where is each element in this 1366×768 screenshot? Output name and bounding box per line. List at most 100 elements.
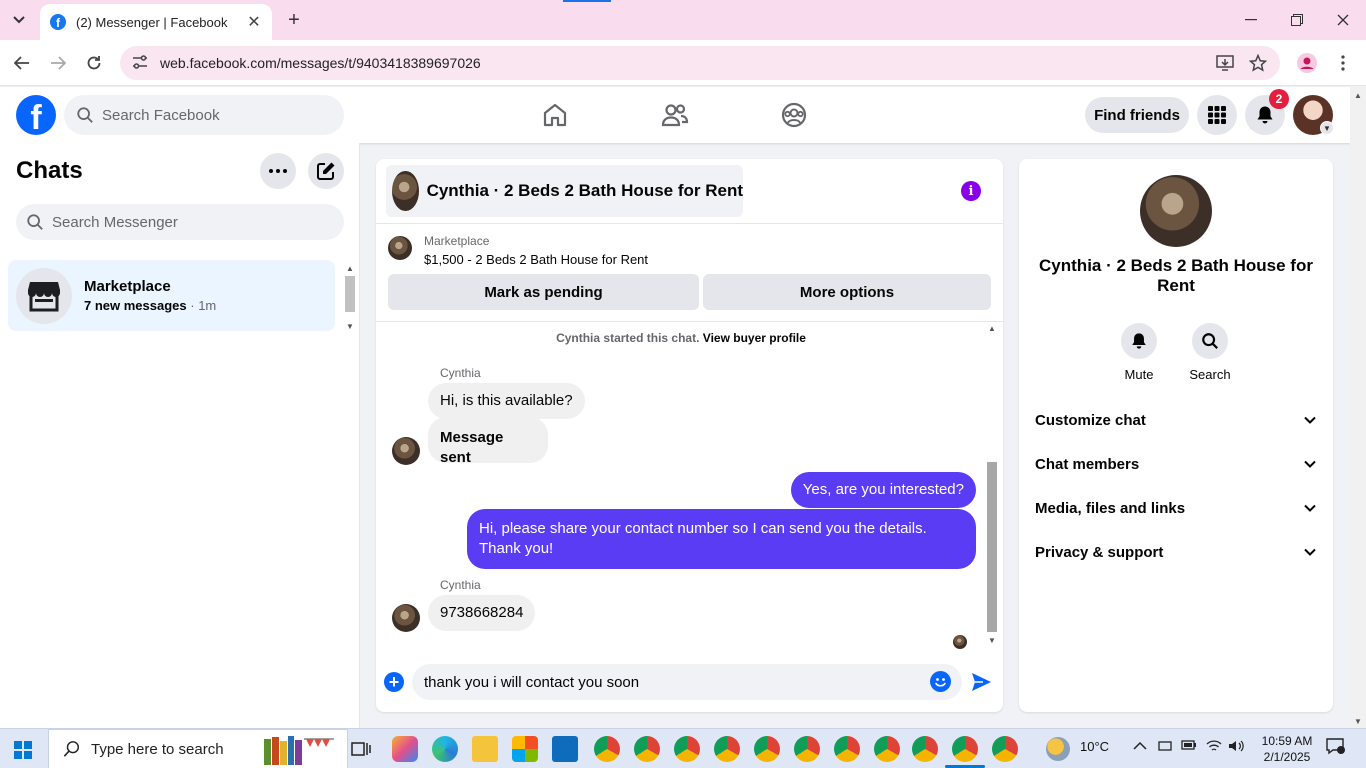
browser-menu-dots-icon[interactable] [1332, 52, 1354, 74]
profile-icon[interactable] [1296, 52, 1318, 74]
scroll-down-arrow-icon[interactable]: ▼ [346, 322, 354, 331]
chat-list-scrollbar[interactable]: ▲ ▼ [343, 260, 357, 332]
find-friends-button[interactable]: Find friends [1085, 97, 1189, 133]
media-files-links-section[interactable]: Media, files and links [1035, 496, 1317, 520]
meet-now-icon[interactable] [1158, 739, 1172, 756]
facebook-logo[interactable]: f [16, 95, 56, 135]
chrome-profile-icon[interactable] [594, 736, 620, 762]
chrome-profile-icon[interactable] [674, 736, 700, 762]
message-bubble-outgoing[interactable]: Hi, please share your contact number so … [467, 509, 976, 569]
wifi-icon[interactable] [1206, 739, 1222, 756]
chat-options-more-dots-icon[interactable] [260, 153, 296, 189]
customize-chat-section[interactable]: Customize chat [1035, 408, 1317, 432]
chat-started-text: Cynthia started this chat. [556, 331, 700, 345]
facebook-search[interactable] [64, 95, 344, 135]
add-attachment-plus-icon[interactable]: + [384, 672, 404, 692]
mark-as-pending-button[interactable]: Mark as pending [388, 274, 699, 310]
facebook-favicon: f [50, 14, 66, 30]
chrome-profile-icon[interactable] [912, 736, 938, 762]
sender-avatar [392, 604, 420, 632]
temperature-text[interactable]: 10°C [1080, 739, 1109, 754]
conversation-scrollbar[interactable]: ▲ ▼ [986, 324, 998, 654]
facebook-search-input[interactable] [102, 106, 322, 124]
friends-icon[interactable] [657, 97, 693, 133]
more-options-button[interactable]: More options [703, 274, 991, 310]
messenger-search-input[interactable] [52, 213, 332, 231]
minimize-icon[interactable] [1239, 8, 1263, 32]
conversation-scroll-thumb[interactable] [987, 462, 997, 632]
browser-tab-active[interactable]: f (2) Messenger | Facebook ✕ [40, 4, 272, 40]
chat-list-item-marketplace[interactable]: Marketplace 7 new messages · 1m [8, 260, 335, 331]
notification-center-icon[interactable] [1325, 737, 1345, 758]
conversation-info-icon[interactable]: i [961, 181, 981, 201]
weather-icon[interactable] [1046, 737, 1070, 761]
message-input[interactable] [424, 673, 904, 691]
search-icon [77, 107, 93, 123]
scroll-up-arrow-icon[interactable]: ▲ [987, 324, 997, 333]
copilot-icon[interactable] [392, 736, 418, 762]
tab-close-icon[interactable]: ✕ [246, 12, 262, 32]
apps-grid-icon[interactable] [1197, 95, 1237, 135]
back-icon[interactable] [10, 51, 34, 75]
install-app-icon[interactable] [1214, 52, 1236, 74]
message-bubble-incoming[interactable]: Message sent [428, 417, 548, 466]
chrome-profile-icon[interactable] [714, 736, 740, 762]
mute-button[interactable]: Mute [1109, 323, 1169, 382]
volume-icon[interactable] [1228, 739, 1244, 756]
bell-icon [1121, 323, 1157, 359]
message-bubble-incoming[interactable]: Hi, is this available? [428, 383, 585, 419]
battery-icon[interactable] [1181, 739, 1197, 754]
chrome-profile-icon[interactable] [754, 736, 780, 762]
forward-icon[interactable] [46, 51, 70, 75]
chrome-profile-icon[interactable] [834, 736, 860, 762]
message-composer[interactable] [412, 664, 962, 700]
chat-list-scroll-thumb[interactable] [345, 276, 355, 312]
listing-title[interactable]: $1,500 - 2 Beds 2 Bath House for Rent [424, 252, 648, 267]
message-bubble-outgoing[interactable]: Yes, are you interested? [790, 472, 976, 508]
windows-start-icon[interactable] [14, 741, 32, 759]
conversation-header[interactable]: Cynthia · 2 Beds 2 Bath House for Rent [386, 165, 743, 217]
new-tab-plus-icon[interactable]: + [282, 8, 306, 32]
site-settings-icon[interactable] [132, 55, 148, 71]
tray-chevron-up-icon[interactable] [1133, 739, 1147, 754]
privacy-support-section[interactable]: Privacy & support [1035, 540, 1317, 564]
view-buyer-profile-link[interactable]: View buyer profile [703, 331, 806, 345]
account-chevron-down-icon[interactable]: ▼ [1320, 121, 1334, 135]
bookmark-star-icon[interactable] [1247, 52, 1269, 74]
scroll-up-arrow-icon[interactable]: ▲ [346, 264, 354, 273]
page-scrollbar[interactable]: ▲ ▼ [1350, 87, 1366, 728]
chrome-profile-icon[interactable] [874, 736, 900, 762]
scroll-up-arrow-icon[interactable]: ▲ [1353, 91, 1363, 100]
emoji-icon[interactable] [930, 671, 951, 692]
search-in-conversation-button[interactable]: Search [1180, 323, 1240, 382]
listing-thumbnail[interactable] [388, 236, 412, 260]
groups-icon[interactable] [776, 97, 812, 133]
task-view-icon[interactable] [348, 736, 374, 762]
scroll-down-arrow-icon[interactable]: ▼ [1353, 717, 1363, 726]
reload-icon[interactable] [82, 51, 106, 75]
send-icon[interactable] [970, 671, 992, 693]
new-message-compose-icon[interactable] [308, 153, 344, 189]
chrome-active-window-icon[interactable] [952, 736, 978, 762]
window-close-icon[interactable] [1331, 8, 1355, 32]
taskbar-clock[interactable]: 10:59 AM 2/1/2025 [1255, 733, 1319, 765]
conversation-title: Cynthia · 2 Beds 2 Bath House for Rent [426, 181, 743, 200]
chrome-profile-icon[interactable] [992, 736, 1018, 762]
tab-search-chevron-down-icon[interactable] [6, 8, 32, 32]
home-icon[interactable] [537, 97, 573, 133]
tab-strip-accent [563, 0, 611, 2]
chrome-profile-icon[interactable] [634, 736, 660, 762]
scroll-down-arrow-icon[interactable]: ▼ [987, 636, 997, 645]
mail-icon[interactable] [552, 736, 578, 762]
chat-members-section[interactable]: Chat members [1035, 452, 1317, 476]
restore-icon[interactable] [1285, 8, 1309, 32]
microsoft-store-icon[interactable] [512, 736, 538, 762]
file-explorer-icon[interactable] [472, 736, 498, 762]
messenger-search[interactable] [16, 204, 344, 240]
chrome-profile-icon[interactable] [794, 736, 820, 762]
conversation-panel: Cynthia · 2 Beds 2 Bath House for Rent i… [376, 159, 1003, 712]
contact-avatar[interactable] [1140, 175, 1212, 247]
message-bubble-incoming[interactable]: 9738668284 [428, 595, 536, 631]
edge-browser-icon[interactable] [432, 736, 458, 762]
address-bar[interactable]: web.facebook.com/messages/t/940341838969… [120, 46, 1280, 80]
